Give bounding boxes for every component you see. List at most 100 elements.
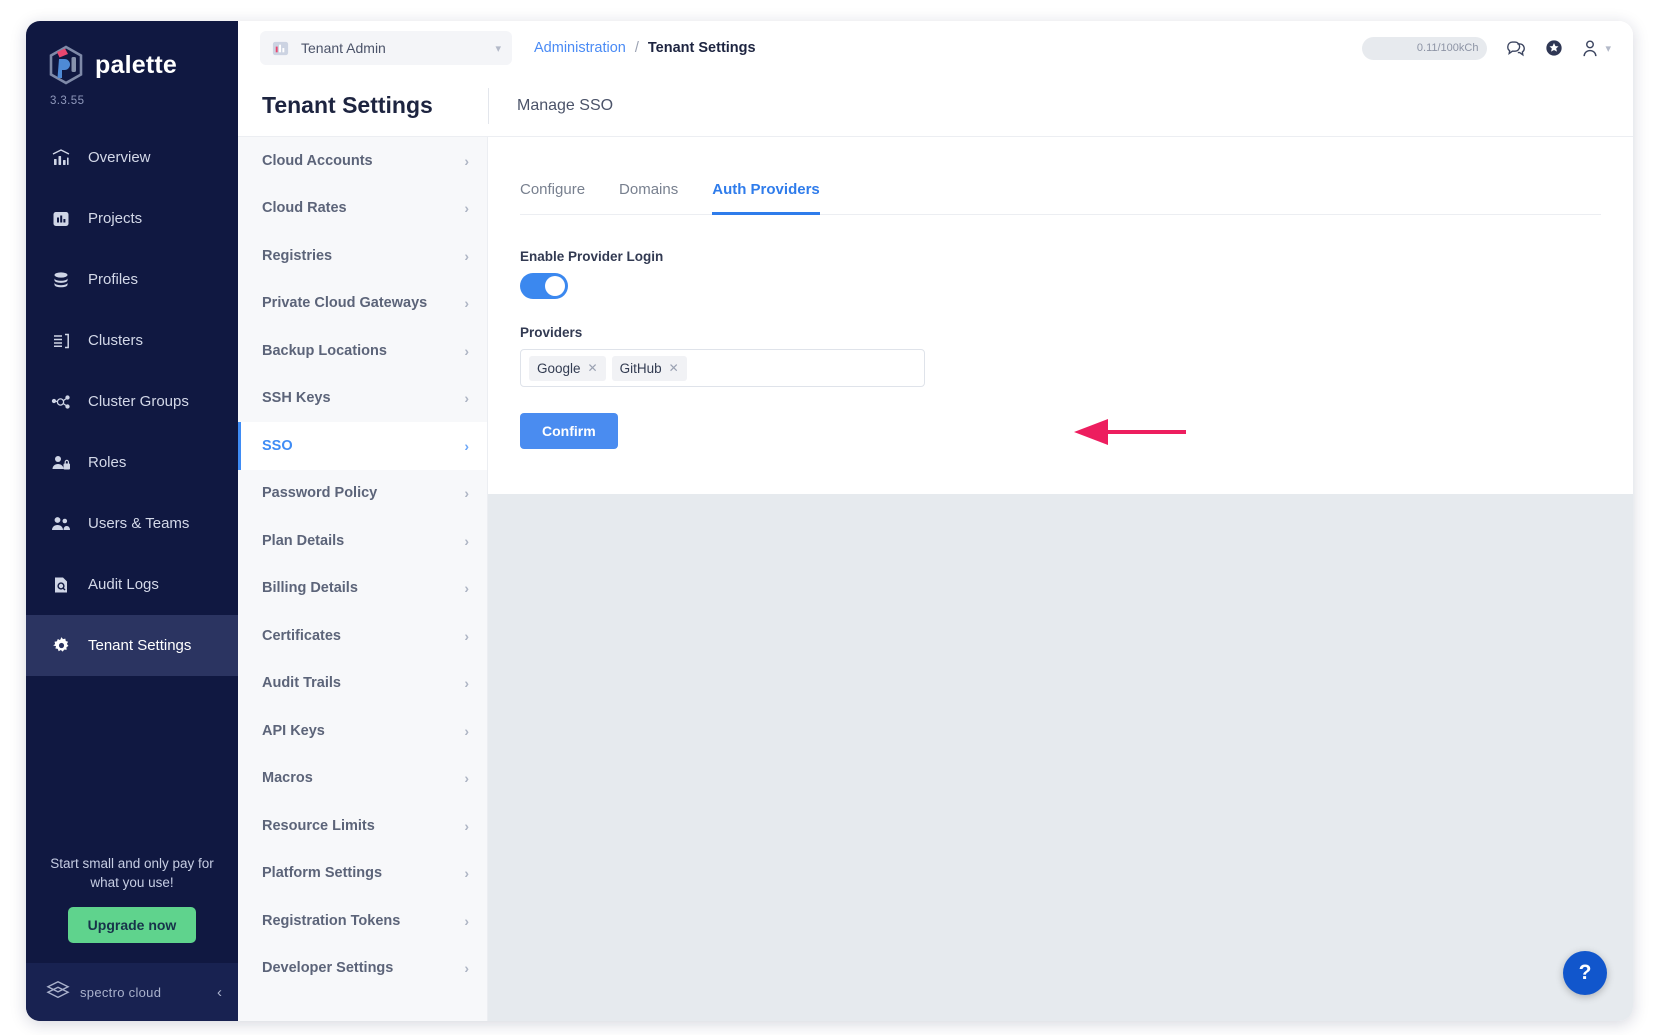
provider-chip-github[interactable]: GitHub ✕ [612,356,687,381]
settings-item-macros[interactable]: Macros › [238,755,487,803]
settings-item-label: API Keys [262,723,464,739]
settings-item-password-policy[interactable]: Password Policy › [238,470,487,518]
settings-item-resource-limits[interactable]: Resource Limits › [238,802,487,850]
provider-chip-google[interactable]: Google ✕ [529,356,606,381]
settings-item-platform-settings[interactable]: Platform Settings › [238,850,487,898]
settings-item-label: Registries [262,248,464,264]
settings-item-backup-locations[interactable]: Backup Locations › [238,327,487,375]
chip-label: GitHub [620,361,662,376]
settings-item-api-keys[interactable]: API Keys › [238,707,487,755]
sidebar-item-label: Projects [88,210,142,227]
clusters-icon [50,330,72,352]
spectro-cloud-name: spectro cloud [80,985,207,1000]
chevron-right-icon: › [464,200,469,216]
sidebar-item-label: Clusters [88,332,143,349]
main-area: Tenant Admin ▾ Administration / Tenant S… [238,21,1633,1021]
confirm-button[interactable]: Confirm [520,413,618,449]
sidebar-nav: Overview Projects [26,127,238,676]
chevron-right-icon: › [464,533,469,549]
providers-input[interactable]: Google ✕ GitHub ✕ [520,349,925,387]
chevron-right-icon: › [464,153,469,169]
settings-item-label: Backup Locations [262,343,464,359]
breadcrumb: Administration / Tenant Settings [534,40,756,56]
settings-item-registries[interactable]: Registries › [238,232,487,280]
chevron-right-icon: › [464,438,469,454]
spectro-cloud-logo-icon [46,979,70,1006]
sidebar-item-audit-logs[interactable]: Audit Logs [26,554,238,615]
settings-item-audit-trails[interactable]: Audit Trails › [238,660,487,708]
sidebar-item-label: Roles [88,454,126,471]
settings-item-developer-settings[interactable]: Developer Settings › [238,945,487,993]
brand-logo[interactable]: palette [26,21,238,85]
user-avatar-icon [1581,39,1599,58]
help-button[interactable]: ? [1563,951,1607,995]
upgrade-now-button[interactable]: Upgrade now [68,907,197,943]
chevron-down-icon: ▾ [1605,42,1611,55]
tab-auth-providers[interactable]: Auth Providers [712,181,820,215]
projects-icon [50,208,72,230]
chevron-right-icon: › [464,485,469,501]
content-area: Configure Domains Auth Providers Enable … [488,137,1633,1021]
settings-item-ssh-keys[interactable]: SSH Keys › [238,375,487,423]
tenant-icon [271,39,290,58]
sidebar-item-cluster-groups[interactable]: Cluster Groups [26,371,238,432]
chevron-right-icon: › [464,343,469,359]
tab-configure[interactable]: Configure [520,181,585,215]
audit-logs-icon [50,574,72,596]
sidebar-item-projects[interactable]: Projects [26,188,238,249]
chevron-right-icon: › [464,723,469,739]
breadcrumb-current: Tenant Settings [648,40,756,56]
settings-item-cloud-rates[interactable]: Cloud Rates › [238,185,487,233]
palette-logo-icon [48,45,84,85]
chevron-right-icon: › [464,628,469,644]
help-badge-icon[interactable] [1545,39,1563,57]
settings-item-label: Private Cloud Gateways [262,295,464,311]
sidebar-item-users-teams[interactable]: Users & Teams [26,493,238,554]
sidebar-item-clusters[interactable]: Clusters [26,310,238,371]
settings-item-certificates[interactable]: Certificates › [238,612,487,660]
providers-label: Providers [520,325,1633,340]
tab-domains[interactable]: Domains [619,181,678,215]
sidebar-item-tenant-settings[interactable]: Tenant Settings [26,615,238,676]
sso-tabs: Configure Domains Auth Providers [520,137,1601,215]
settings-item-sso[interactable]: SSO › [238,422,487,470]
sidebar-item-roles[interactable]: Roles [26,432,238,493]
breadcrumb-parent-link[interactable]: Administration [534,40,626,56]
chevron-right-icon: › [464,295,469,311]
promo-text: Start small and only pay for what you us… [42,854,222,893]
chevron-right-icon: › [464,248,469,264]
chat-bubbles-icon[interactable] [1505,38,1527,58]
chevron-left-icon[interactable]: ‹ [217,984,222,1001]
sidebar-item-overview[interactable]: Overview [26,127,238,188]
chevron-right-icon: › [464,675,469,691]
sidebar-item-label: Cluster Groups [88,393,189,410]
settings-item-label: Audit Trails [262,675,464,691]
chevron-right-icon: › [464,960,469,976]
sidebar-item-label: Overview [88,149,151,166]
chip-label: Google [537,361,581,376]
chart-overview-icon [50,147,72,169]
users-teams-icon [50,513,72,535]
user-menu[interactable]: ▾ [1581,39,1611,58]
chevron-right-icon: › [464,913,469,929]
settings-item-label: Resource Limits [262,818,464,834]
auth-providers-form: Enable Provider Login Providers Google ✕ [488,215,1633,449]
sidebar-item-label: Profiles [88,271,138,288]
settings-item-label: Certificates [262,628,464,644]
settings-item-registration-tokens[interactable]: Registration Tokens › [238,897,487,945]
page-title: Tenant Settings [238,92,488,119]
close-x-icon[interactable]: ✕ [588,361,598,375]
settings-item-billing-details[interactable]: Billing Details › [238,565,487,613]
app-window: palette 3.3.55 Overview [26,21,1633,1021]
close-x-icon[interactable]: ✕ [669,361,679,375]
sidebar-item-label: Audit Logs [88,576,159,593]
sidebar-item-profiles[interactable]: Profiles [26,249,238,310]
chevron-right-icon: › [464,865,469,881]
enable-provider-login-toggle[interactable] [520,273,568,299]
settings-item-private-cloud-gateways[interactable]: Private Cloud Gateways › [238,280,487,328]
tenant-scope-selector[interactable]: Tenant Admin ▾ [260,31,512,65]
settings-item-cloud-accounts[interactable]: Cloud Accounts › [238,137,487,185]
settings-item-plan-details[interactable]: Plan Details › [238,517,487,565]
settings-item-label: Macros [262,770,464,786]
chevron-right-icon: › [464,770,469,786]
